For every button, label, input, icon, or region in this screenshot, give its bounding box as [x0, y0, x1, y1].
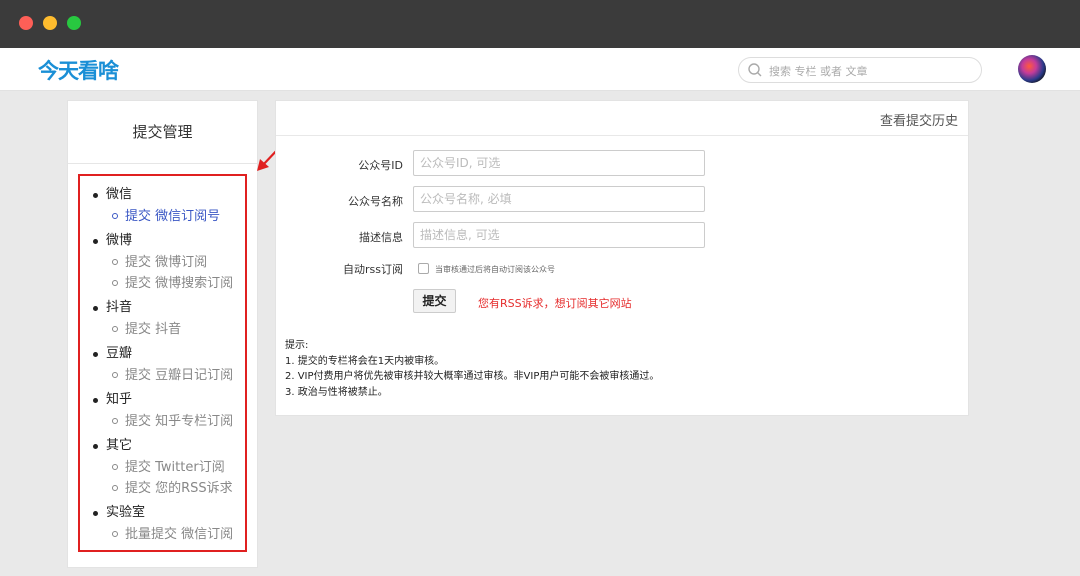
- nav-group-wechat: 微信 提交 微信订阅号: [92, 184, 252, 227]
- minimize-window-button[interactable]: [43, 16, 57, 30]
- nav-group-label: 豆瓣: [92, 343, 252, 365]
- view-submit-history-link[interactable]: 查看提交历史: [880, 110, 958, 129]
- account-name-input[interactable]: [413, 186, 705, 212]
- panel-divider: [276, 135, 968, 136]
- nav-group-other: 其它 提交 Twitter订阅 提交 您的RSS诉求: [92, 435, 252, 499]
- submit-nav-list: 微信 提交 微信订阅号 微博 提交 微博订阅 提交 微博搜索订阅 抖音 提交 抖…: [92, 184, 252, 545]
- user-avatar[interactable]: [1018, 55, 1046, 83]
- tip-item: 3. 政治与性将被禁止。: [285, 386, 388, 398]
- description-label: 描述信息: [359, 231, 403, 244]
- close-window-button[interactable]: [19, 16, 33, 30]
- nav-group-douban: 豆瓣 提交 豆瓣日记订阅: [92, 343, 252, 386]
- nav-item-submit-douban-diary[interactable]: 提交 豆瓣日记订阅: [92, 365, 252, 386]
- search-icon[interactable]: [747, 62, 763, 78]
- submit-form-panel: 查看提交历史 公众号ID 公众号名称 描述信息 自动rss订阅 当审核通过后将自…: [275, 100, 969, 416]
- account-id-label: 公众号ID: [358, 159, 403, 172]
- browser-window: 今天看啥 提交管理 微信 提交 微信订阅号 微博 提交 微博订阅 提交 微博搜索…: [0, 0, 1080, 576]
- nav-item-submit-twitter[interactable]: 提交 Twitter订阅: [92, 457, 252, 478]
- auto-rss-label: 自动rss订阅: [343, 263, 403, 276]
- nav-group-label: 微信: [92, 184, 252, 206]
- nav-group-label: 实验室: [92, 502, 252, 524]
- nav-group-lab: 实验室 批量提交 微信订阅: [92, 502, 252, 545]
- tip-item: 1. 提交的专栏将会在1天内被审核。: [285, 355, 445, 367]
- nav-item-submit-rss-request[interactable]: 提交 您的RSS诉求: [92, 478, 252, 499]
- rss-request-link[interactable]: 您有RSS诉求，想订阅其它网站: [478, 295, 632, 311]
- nav-group-weibo: 微博 提交 微博订阅 提交 微博搜索订阅: [92, 230, 252, 294]
- sidebar-title: 提交管理: [68, 101, 257, 164]
- tips-section: 提示: 1. 提交的专栏将会在1天内被审核。 2. VIP付费用户将优先被审核并…: [285, 338, 659, 400]
- nav-group-label: 微博: [92, 230, 252, 252]
- nav-group-zhihu: 知乎 提交 知乎专栏订阅: [92, 389, 252, 432]
- window-titlebar: [0, 0, 1080, 48]
- tips-title: 提示:: [285, 340, 309, 351]
- auto-rss-checkbox-text: 当审核通过后将自动订阅该公众号: [435, 265, 555, 274]
- tip-item: 2. VIP付费用户将优先被审核并较大概率通过审核。非VIP用户可能不会被审核通…: [285, 371, 660, 382]
- nav-item-submit-weibo-search[interactable]: 提交 微博搜索订阅: [92, 273, 252, 294]
- nav-group-douyin: 抖音 提交 抖音: [92, 297, 252, 340]
- account-name-label: 公众号名称: [348, 195, 403, 208]
- nav-item-submit-douyin[interactable]: 提交 抖音: [92, 319, 252, 340]
- nav-item-submit-weibo[interactable]: 提交 微博订阅: [92, 252, 252, 273]
- nav-item-submit-zhihu[interactable]: 提交 知乎专栏订阅: [92, 411, 252, 432]
- nav-group-label: 抖音: [92, 297, 252, 319]
- top-navbar: 今天看啥: [0, 48, 1080, 91]
- search-input[interactable]: [767, 61, 971, 81]
- nav-item-submit-wechat[interactable]: 提交 微信订阅号: [92, 206, 252, 227]
- auto-rss-checkbox[interactable]: [418, 263, 429, 274]
- description-input[interactable]: [413, 222, 705, 248]
- sidebar: 提交管理 微信 提交 微信订阅号 微博 提交 微博订阅 提交 微博搜索订阅 抖音…: [67, 100, 258, 568]
- site-logo[interactable]: 今天看啥: [38, 55, 119, 85]
- nav-item-batch-submit-wechat[interactable]: 批量提交 微信订阅: [92, 524, 252, 545]
- account-id-input[interactable]: [413, 150, 705, 176]
- nav-group-label: 其它: [92, 435, 252, 457]
- maximize-window-button[interactable]: [67, 16, 81, 30]
- nav-group-label: 知乎: [92, 389, 252, 411]
- search-box[interactable]: [738, 57, 982, 83]
- submit-button[interactable]: 提交: [413, 289, 456, 313]
